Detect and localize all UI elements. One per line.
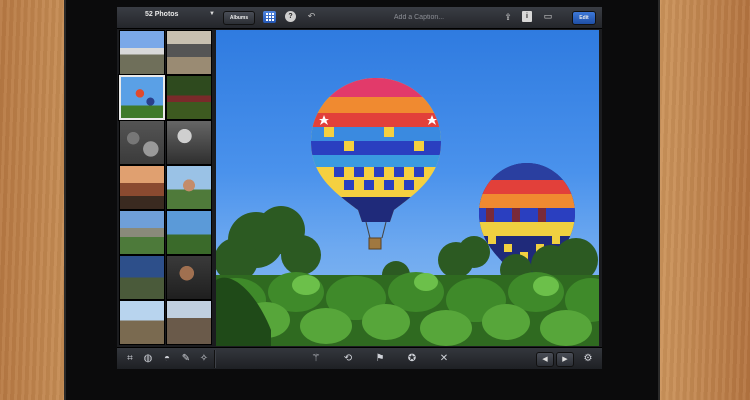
caption-input[interactable] (339, 11, 499, 23)
photo-count-label[interactable]: 52 Photos (145, 11, 178, 18)
thumbnail[interactable] (119, 30, 165, 75)
undo-icon[interactable]: ↶ (305, 10, 318, 23)
grid-icon[interactable] (263, 11, 276, 23)
thumbnail[interactable] (166, 300, 212, 345)
flag-icon[interactable]: ⚑ (373, 352, 387, 366)
info-icon[interactable]: i (522, 11, 532, 22)
albums-button[interactable]: Albums (223, 11, 255, 25)
crop-icon[interactable]: ⌗ (123, 352, 137, 366)
thumbnail[interactable] (166, 210, 212, 255)
share-icon[interactable]: ⇪ (502, 11, 514, 23)
magic-wand-icon[interactable]: ⚚ (309, 352, 323, 366)
gear-icon[interactable]: ⚙ (581, 352, 595, 366)
edit-button[interactable]: Edit (572, 11, 596, 25)
award-icon[interactable]: ✪ (405, 352, 419, 366)
thumbnail[interactable] (119, 120, 165, 165)
thumbnail[interactable] (166, 165, 212, 210)
thumbnail[interactable] (166, 75, 212, 120)
thumbnail[interactable] (166, 30, 212, 75)
effects-icon[interactable]: ✧ (197, 352, 211, 366)
thumbnail[interactable] (119, 165, 165, 210)
frame-icon[interactable]: ▭ (542, 11, 554, 22)
top-toolbar: 52 Photos ▼ Albums ? ↶ ⇪ i ▭ Edit (117, 7, 602, 29)
thumbnail-grid (119, 30, 212, 346)
bottom-toolbar: ⌗ ◍ ◓ ✎ ✧ ⚚ ⟲ ⚑ ✪ ✕ ◀ ▶ ⚙ (117, 347, 602, 369)
palette-icon[interactable]: ◓ (160, 352, 174, 366)
arrow-right-icon[interactable]: ▶ (556, 352, 574, 367)
arrow-left-icon[interactable]: ◀ (536, 352, 554, 367)
color-wheel-icon[interactable]: ◍ (141, 352, 155, 366)
thumbnail[interactable] (119, 300, 165, 345)
brushes-icon[interactable]: ✎ (179, 352, 193, 366)
main-photo-hot-air-balloons[interactable] (216, 30, 599, 346)
close-icon[interactable]: ✕ (437, 352, 451, 366)
thumbnail[interactable] (166, 120, 212, 165)
thumbnail-selected[interactable] (119, 75, 165, 120)
thumbnail[interactable] (166, 255, 212, 300)
iphoto-screen: 52 Photos ▼ Albums ? ↶ ⇪ i ▭ Edit (117, 7, 602, 369)
toolbar-divider (214, 350, 216, 368)
thumbnail[interactable] (119, 210, 165, 255)
thumbnail[interactable] (119, 255, 165, 300)
chevron-down-icon[interactable]: ▼ (209, 11, 215, 17)
help-icon[interactable]: ? (285, 11, 296, 22)
rotate-icon[interactable]: ⟲ (341, 352, 355, 366)
